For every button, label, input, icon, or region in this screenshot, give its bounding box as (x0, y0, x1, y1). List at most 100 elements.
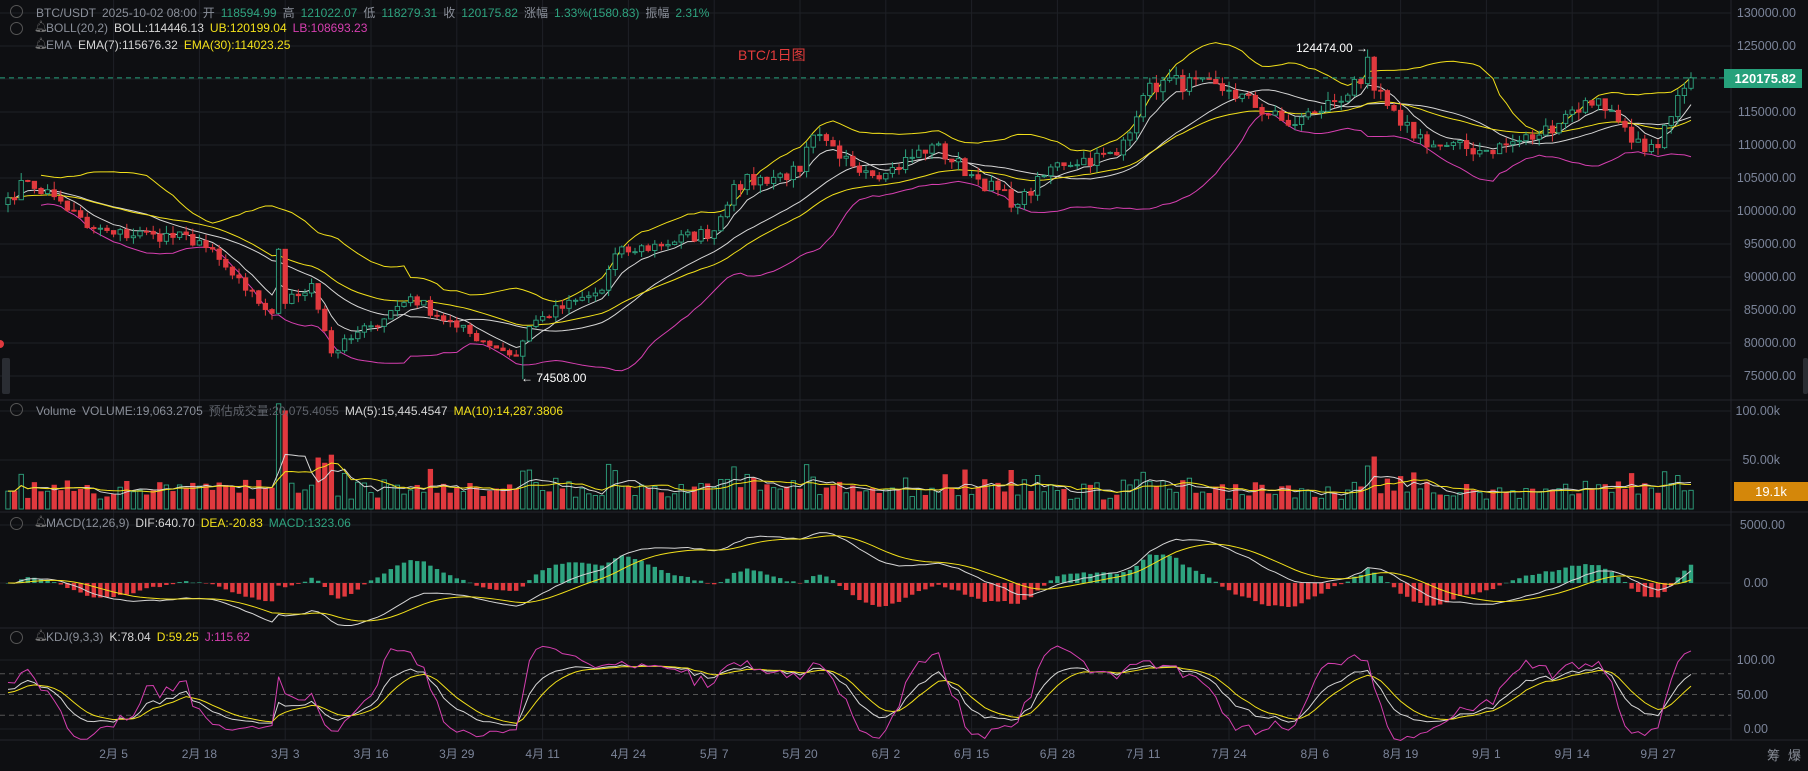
high-value: 121022.07 (300, 5, 358, 20)
macd-histogram-bar (1345, 581, 1350, 583)
volume-bar (229, 485, 236, 510)
macd-histogram-bar (784, 581, 789, 583)
candle-body (632, 251, 638, 254)
volume-bar (216, 482, 222, 510)
candle-body (275, 248, 282, 314)
collapse-icon[interactable] (10, 517, 23, 530)
volume-bar (289, 482, 295, 510)
candle-body (797, 165, 803, 172)
candle-body (315, 283, 321, 310)
volume-bar (876, 492, 882, 510)
volume-bar (1675, 475, 1681, 510)
chip-distribution-button[interactable]: 筹 (1767, 745, 1780, 764)
candle-body (770, 176, 777, 184)
volume-bar (513, 488, 519, 510)
volume-bar (817, 494, 823, 510)
volume-bar (1635, 493, 1641, 510)
volume-bar (434, 492, 440, 510)
candle-body (1213, 78, 1219, 85)
macd-histogram-bar (1273, 583, 1278, 606)
volume-bar (1193, 492, 1199, 510)
candle-body (104, 227, 110, 231)
volume-bar (1180, 480, 1186, 510)
candle-body (625, 246, 632, 253)
time-axis-label: 2月 18 (181, 747, 218, 761)
candle-body (1318, 110, 1325, 114)
price-axis-label: 75000.00 (1743, 369, 1796, 383)
macd-histogram-bar (1550, 571, 1555, 583)
collapse-icon[interactable] (10, 5, 23, 18)
macd-histogram-bar (1523, 575, 1529, 583)
macd-histogram-bar (811, 576, 816, 583)
volume-bar (183, 487, 189, 510)
macd-name[interactable]: MACD(12,26,9) (46, 516, 129, 530)
macd-histogram-bar (804, 579, 809, 583)
macd-histogram-bar (223, 583, 228, 590)
volume-bar (1391, 490, 1397, 510)
candle-body (1397, 109, 1404, 126)
bell-icon[interactable]: 🔔︎ (34, 515, 48, 528)
macd-histogram-bar (698, 580, 704, 583)
volume-bar (315, 457, 321, 510)
close-label: 收 (443, 6, 456, 20)
macd-histogram-bar (236, 583, 242, 594)
macd-histogram-bar (1121, 572, 1126, 583)
volume-bar (1034, 475, 1041, 510)
macd-histogram-bar (903, 583, 908, 598)
volume-bar (91, 493, 97, 510)
candle-body (1384, 90, 1391, 106)
candle-body (869, 170, 876, 177)
candle-body (1364, 56, 1371, 85)
boll-name[interactable]: BOLL(20,2) (46, 21, 108, 35)
macd-histogram-bar (705, 583, 710, 584)
chart-canvas[interactable] (0, 0, 1808, 771)
macd-histogram-bar (362, 583, 367, 585)
volume-bar (1424, 481, 1430, 510)
volume-bar (777, 488, 783, 510)
liquidation-button[interactable]: 爆 (1788, 745, 1801, 764)
candle-body (546, 316, 552, 319)
volume-bar (1199, 491, 1206, 510)
macd-histogram-bar (276, 583, 281, 586)
candle-body (685, 231, 691, 236)
candle-body (328, 330, 335, 354)
volume-bar (1470, 489, 1476, 510)
volume-bar (1107, 497, 1113, 510)
volume-bar (1008, 470, 1014, 510)
volume-name[interactable]: Volume (36, 404, 76, 418)
macd-histogram-bar (1167, 555, 1172, 583)
candle-body (553, 305, 559, 318)
left-scroll-handle[interactable] (2, 358, 10, 394)
candle-body (1549, 125, 1556, 134)
candle-body (698, 229, 704, 242)
collapse-icon[interactable] (10, 22, 23, 35)
candle-body (1622, 120, 1628, 128)
macd-histogram-bar (1543, 571, 1548, 583)
right-scroll-handle[interactable] (1803, 358, 1808, 394)
collapse-icon[interactable] (10, 403, 23, 416)
candle-body (619, 246, 625, 255)
kdj-name[interactable]: KDJ(9,3,3) (46, 630, 103, 644)
ema-name[interactable]: EMA (46, 38, 72, 52)
candle-body (242, 277, 249, 291)
volume-bar (71, 490, 77, 510)
candle-body (368, 325, 374, 328)
candle-body (645, 245, 651, 251)
candle-body (262, 302, 269, 311)
candle-body (599, 289, 605, 294)
macd-histogram-bar (738, 571, 743, 583)
bell-icon[interactable]: 🔔︎ (34, 37, 48, 50)
candle-body (1635, 138, 1641, 143)
volume-bar (869, 488, 876, 510)
candle-body (223, 258, 229, 268)
bell-icon[interactable]: 🔔︎ (34, 629, 48, 642)
volume-value: VOLUME:19,063.2705 (82, 403, 203, 418)
price-axis-label: 110000.00 (1737, 138, 1796, 152)
collapse-icon[interactable] (10, 631, 23, 644)
bell-icon[interactable]: 🔔︎ (34, 20, 48, 33)
volume-bar (1153, 486, 1160, 510)
macd-histogram-bar (1220, 583, 1225, 587)
macd-histogram-bar (91, 583, 96, 598)
low-value: 118279.31 (381, 5, 438, 20)
macd-histogram-bar (461, 579, 466, 583)
